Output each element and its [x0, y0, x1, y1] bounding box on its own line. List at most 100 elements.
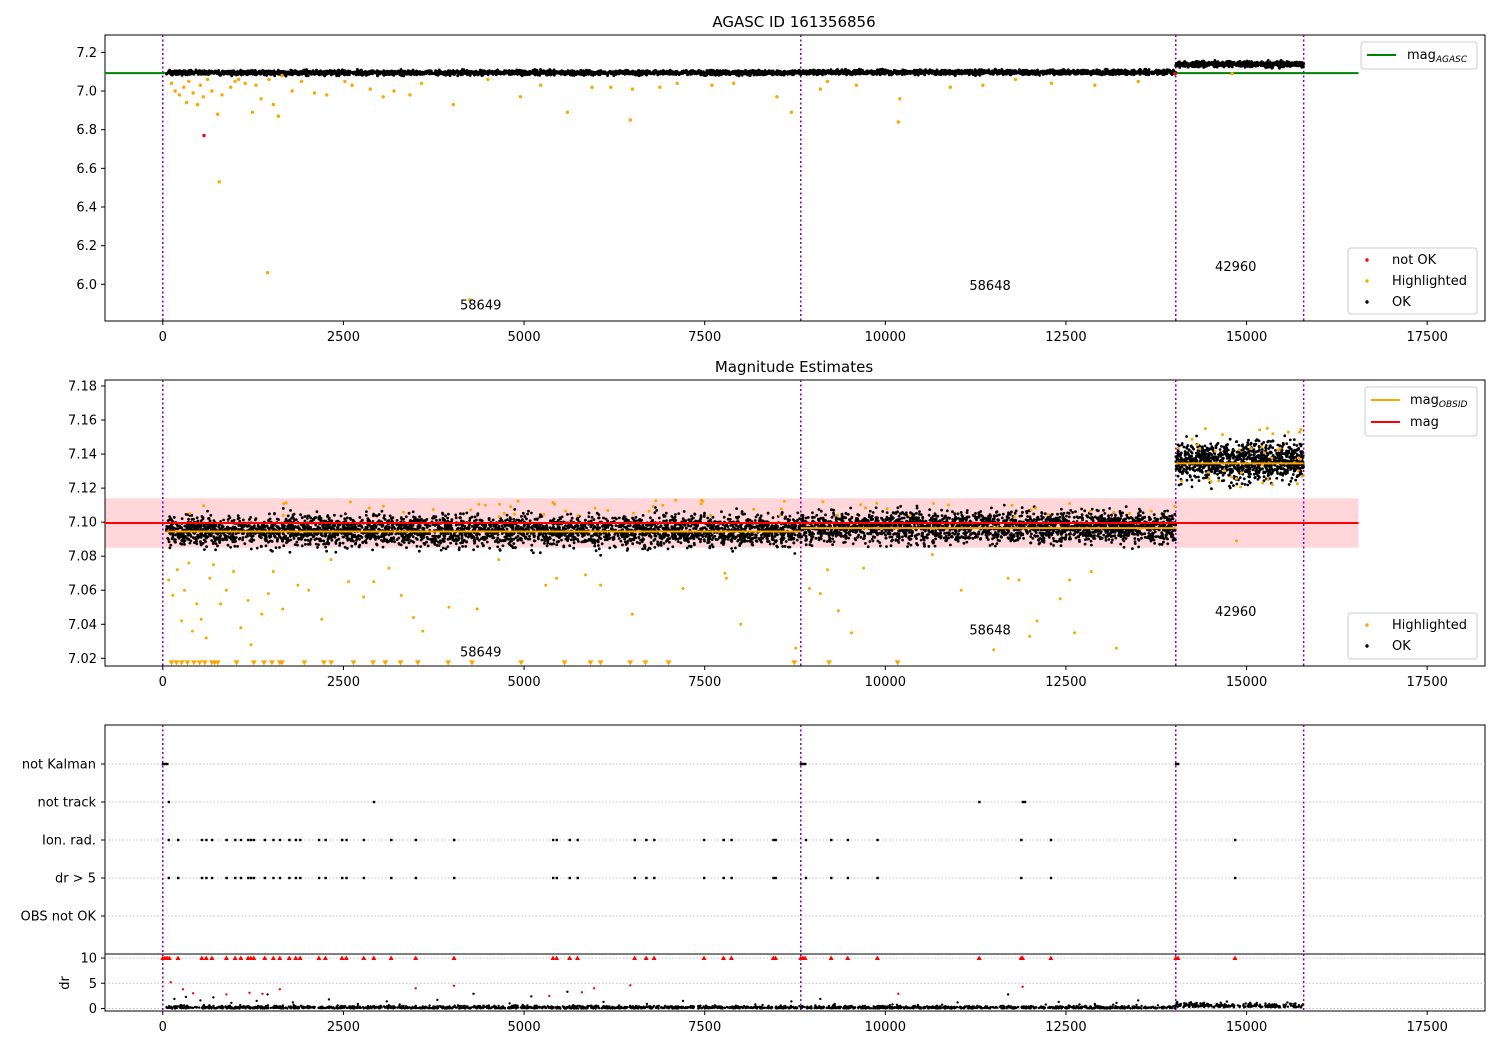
- y-tick-label: 6.0: [76, 278, 97, 293]
- x-tick-label: 17500: [1407, 330, 1448, 345]
- ok-point: [830, 70, 833, 74]
- ok-point: [809, 70, 813, 74]
- ok-point: [1207, 60, 1211, 64]
- ok-point: [733, 69, 737, 73]
- ok-point: [560, 72, 564, 75]
- ok-point: [231, 72, 235, 76]
- ok-point: [756, 72, 760, 76]
- ok-point: [1034, 73, 1037, 77]
- ok-point: [311, 72, 314, 76]
- ok-point: [409, 73, 413, 77]
- ok-point: [248, 70, 252, 74]
- ok-point: [1142, 71, 1145, 74]
- ok-point: [1279, 59, 1283, 62]
- ok-point: [387, 72, 390, 76]
- ok-point: [697, 71, 701, 74]
- ok-point: [206, 72, 210, 76]
- ok-point: [1101, 70, 1104, 73]
- ok-point: [493, 71, 497, 75]
- ok-point: [207, 70, 211, 73]
- ok-point: [1097, 72, 1101, 75]
- ok-point: [226, 69, 229, 73]
- ok-point: [1156, 72, 1160, 75]
- ok-point: [718, 69, 722, 73]
- ok-point: [703, 74, 707, 77]
- ok-point: [957, 72, 961, 76]
- ok-point: [905, 72, 909, 75]
- x-tick-label: 12500: [1045, 330, 1086, 345]
- ok-point: [1226, 60, 1229, 63]
- ok-point: [468, 74, 472, 77]
- ok-point: [276, 72, 279, 75]
- ok-point: [719, 73, 723, 76]
- ok-point: [528, 73, 531, 76]
- ok-point: [548, 72, 552, 75]
- ok-point: [554, 71, 557, 75]
- ok-point: [329, 73, 333, 77]
- ok-point: [524, 72, 528, 76]
- ok-point: [442, 70, 445, 74]
- ok-point: [452, 72, 455, 76]
- ok-point: [1149, 71, 1153, 75]
- ok-point: [1081, 72, 1085, 75]
- ok-point: [185, 73, 189, 77]
- ok-point: [716, 69, 719, 73]
- ok-point: [573, 72, 576, 76]
- ok-point: [193, 70, 197, 74]
- ok-point: [354, 72, 358, 75]
- ok-point: [771, 72, 775, 75]
- x-tick-label: 0: [159, 330, 167, 345]
- ok-point: [732, 72, 736, 75]
- ok-point: [539, 69, 543, 73]
- x-tick-label: 10000: [865, 330, 906, 345]
- ok-point: [659, 71, 662, 74]
- ok-point: [1263, 62, 1267, 66]
- ok-point: [973, 69, 977, 73]
- ok-point: [640, 73, 643, 77]
- y-tick-label: 6.4: [76, 200, 97, 215]
- ok-point: [1130, 69, 1134, 72]
- ok-point: [486, 73, 490, 77]
- ok-point: [346, 69, 350, 73]
- ok-point: [446, 73, 450, 76]
- ok-point: [371, 71, 375, 75]
- panel2-title: Magnitude Estimates: [715, 358, 873, 376]
- ok-point: [217, 69, 221, 72]
- ok-point: [581, 71, 584, 75]
- ok-point: [246, 69, 249, 73]
- ok-point: [727, 70, 731, 74]
- ok-point: [480, 70, 484, 74]
- ok-point: [1036, 71, 1040, 75]
- ok-point: [395, 70, 399, 74]
- ok-point: [987, 69, 991, 73]
- ok-point: [182, 72, 186, 76]
- ok-point: [218, 73, 221, 76]
- ok-point: [258, 72, 261, 76]
- ok-point: [406, 72, 410, 76]
- ok-point: [451, 69, 455, 72]
- ok-point: [403, 69, 407, 73]
- ok-point: [1255, 63, 1259, 67]
- ok-point: [598, 73, 602, 77]
- ok-point: [964, 70, 968, 73]
- ok-point: [1072, 68, 1075, 72]
- ok-point: [1184, 61, 1187, 65]
- ok-point: [918, 68, 922, 72]
- ok-point: [308, 70, 312, 74]
- ok-point: [725, 72, 729, 76]
- ok-point: [749, 73, 752, 77]
- ok-point: [754, 70, 757, 74]
- ok-point: [533, 72, 537, 76]
- ok-points: [800, 67, 1177, 77]
- ok-point: [538, 73, 541, 77]
- ok-point: [617, 72, 621, 75]
- ok-point: [684, 69, 688, 73]
- ok-point: [821, 71, 824, 75]
- ok-point: [740, 70, 743, 73]
- ok-point: [1010, 71, 1014, 74]
- ok-point: [519, 73, 523, 77]
- ok-point: [392, 73, 396, 77]
- ok-point: [892, 70, 895, 74]
- ok-point: [876, 68, 880, 72]
- ok-point: [1054, 70, 1057, 74]
